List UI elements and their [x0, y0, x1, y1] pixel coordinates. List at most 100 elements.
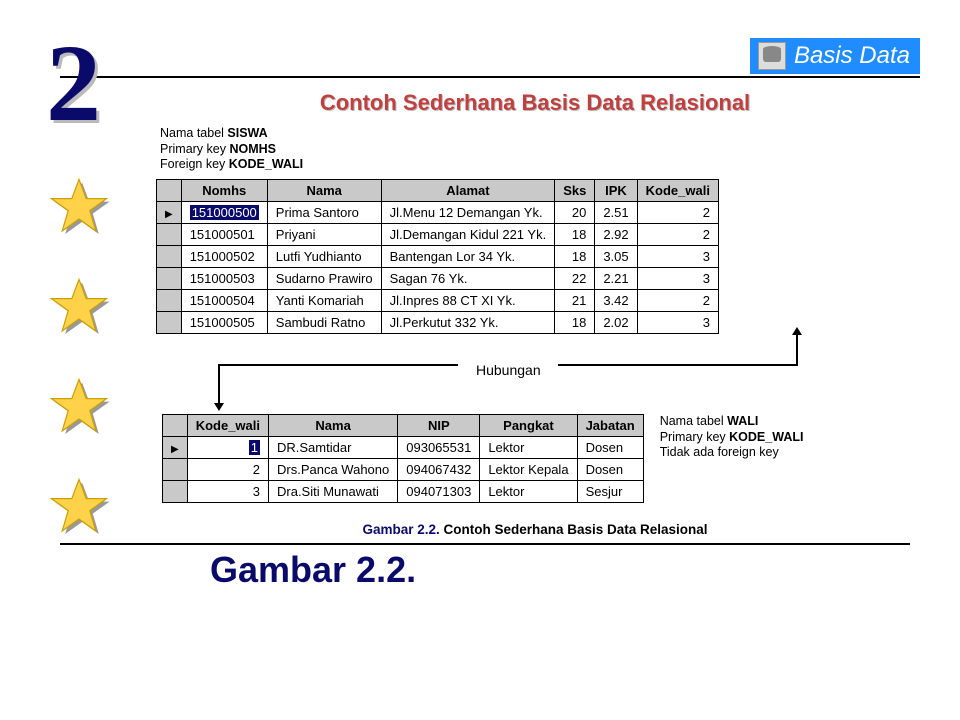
- table-row: 2Drs.Panca Wahono094067432Lektor KepalaD…: [163, 458, 644, 480]
- figure-label-large: Gambar 2.2.: [210, 549, 920, 591]
- table-siswa: NomhsNamaAlamatSksIPKKode_wali151000500P…: [156, 179, 719, 334]
- star-column: [52, 180, 118, 580]
- cell: 3: [637, 267, 718, 289]
- cell: 3: [187, 480, 268, 502]
- cell: 18: [555, 245, 595, 267]
- figure-caption: Gambar 2.2. Contoh Sederhana Basis Data …: [150, 521, 920, 541]
- cell: 2.21: [595, 267, 637, 289]
- star-icon: [52, 380, 112, 440]
- table-row: 151000501PriyaniJl.Demangan Kidul 221 Yk…: [157, 223, 719, 245]
- table-row: 3Dra.Siti Munawati094071303LektorSesjur: [163, 480, 644, 502]
- cell: 1: [187, 436, 268, 458]
- cell: 151000501: [181, 223, 267, 245]
- column-header: Jabatan: [577, 414, 643, 436]
- column-header: Nama: [269, 414, 398, 436]
- header-title-band: Basis Data: [750, 38, 920, 74]
- table-row: 151000504Yanti KomariahJl.Inpres 88 CT X…: [157, 289, 719, 311]
- row-selector: [157, 223, 182, 245]
- cell: Dra.Siti Munawati: [269, 480, 398, 502]
- row-selector: [157, 289, 182, 311]
- arrow-down-icon: [218, 364, 220, 404]
- cell: Jl.Demangan Kidul 221 Yk.: [381, 223, 555, 245]
- cell: 151000500: [181, 201, 267, 223]
- cell: 21: [555, 289, 595, 311]
- table2-meta: Nama tabel WALI Primary key KODE_WALI Ti…: [660, 414, 804, 461]
- cell: 3: [637, 311, 718, 333]
- cell: 2: [637, 201, 718, 223]
- row-selector: [157, 267, 182, 289]
- cell: Jl.Menu 12 Demangan Yk.: [381, 201, 555, 223]
- table-row: 151000503Sudarno PrawiroSagan 76 Yk.222.…: [157, 267, 719, 289]
- cell: Drs.Panca Wahono: [269, 458, 398, 480]
- cell: 151000502: [181, 245, 267, 267]
- table-row: 151000502Lutfi YudhiantoBantengan Lor 34…: [157, 245, 719, 267]
- cell: Prima Santoro: [267, 201, 381, 223]
- cell: 3.05: [595, 245, 637, 267]
- column-header: Kode_wali: [637, 179, 718, 201]
- cell: 22: [555, 267, 595, 289]
- table-row: 1DR.Samtidar093065531LektorDosen: [163, 436, 644, 458]
- table1-meta: Nama tabel SISWA Primary key NOMHS Forei…: [160, 126, 920, 173]
- relation-diagram: Hubungan: [156, 334, 920, 414]
- cell: 094067432: [398, 458, 480, 480]
- cell: DR.Samtidar: [269, 436, 398, 458]
- column-header: Nama: [267, 179, 381, 201]
- cell: 093065531: [398, 436, 480, 458]
- cell: 2.51: [595, 201, 637, 223]
- star-icon: [52, 280, 112, 340]
- cell: Lutfi Yudhianto: [267, 245, 381, 267]
- table-row: 151000500Prima SantoroJl.Menu 12 Demanga…: [157, 201, 719, 223]
- divider: [60, 543, 910, 545]
- cell: 18: [555, 311, 595, 333]
- table-wali: Kode_waliNamaNIPPangkatJabatan 1DR.Samtid…: [162, 414, 644, 503]
- arrow-up-icon: [796, 334, 798, 364]
- cell: Priyani: [267, 223, 381, 245]
- cell: Bantengan Lor 34 Yk.: [381, 245, 555, 267]
- row-selector: [163, 436, 188, 458]
- cell: 2.02: [595, 311, 637, 333]
- cell: 2: [187, 458, 268, 480]
- row-selector: [163, 458, 188, 480]
- cell: 3.42: [595, 289, 637, 311]
- cell: Sambudi Ratno: [267, 311, 381, 333]
- column-header: IPK: [595, 179, 637, 201]
- column-header: NIP: [398, 414, 480, 436]
- star-icon: [52, 480, 112, 540]
- relation-label: Hubungan: [476, 362, 541, 378]
- row-selector: [157, 311, 182, 333]
- cell: 2.92: [595, 223, 637, 245]
- header-bar: Basis Data: [60, 38, 920, 78]
- relation-line: [218, 364, 458, 366]
- cell: Dosen: [577, 458, 643, 480]
- column-header: Pangkat: [480, 414, 577, 436]
- row-selector: [163, 480, 188, 502]
- star-icon: [52, 180, 112, 240]
- column-header: Kode_wali: [187, 414, 268, 436]
- row-selector: [157, 245, 182, 267]
- cell: 18: [555, 223, 595, 245]
- row-selector: [157, 201, 182, 223]
- cell: Jl.Inpres 88 CT XI Yk.: [381, 289, 555, 311]
- database-icon: [758, 42, 786, 70]
- cell: Sesjur: [577, 480, 643, 502]
- column-header: Nomhs: [181, 179, 267, 201]
- column-header: Sks: [555, 179, 595, 201]
- table-row: 151000505Sambudi RatnoJl.Perkutut 332 Yk…: [157, 311, 719, 333]
- relation-line: [558, 364, 798, 366]
- cell: Jl.Perkutut 332 Yk.: [381, 311, 555, 333]
- cell: 2: [637, 223, 718, 245]
- cell: 151000504: [181, 289, 267, 311]
- chapter-number: 2: [46, 34, 101, 133]
- cell: 2: [637, 289, 718, 311]
- content-area: Contoh Sederhana Basis Data Relasional N…: [150, 90, 920, 591]
- cell: Yanti Komariah: [267, 289, 381, 311]
- column-header: Alamat: [381, 179, 555, 201]
- cell: Sagan 76 Yk.: [381, 267, 555, 289]
- cell: 151000505: [181, 311, 267, 333]
- cell: 3: [637, 245, 718, 267]
- cell: Lektor: [480, 436, 577, 458]
- page-heading: Contoh Sederhana Basis Data Relasional: [150, 90, 920, 116]
- cell: Sudarno Prawiro: [267, 267, 381, 289]
- cell: Lektor: [480, 480, 577, 502]
- cell: Lektor Kepala: [480, 458, 577, 480]
